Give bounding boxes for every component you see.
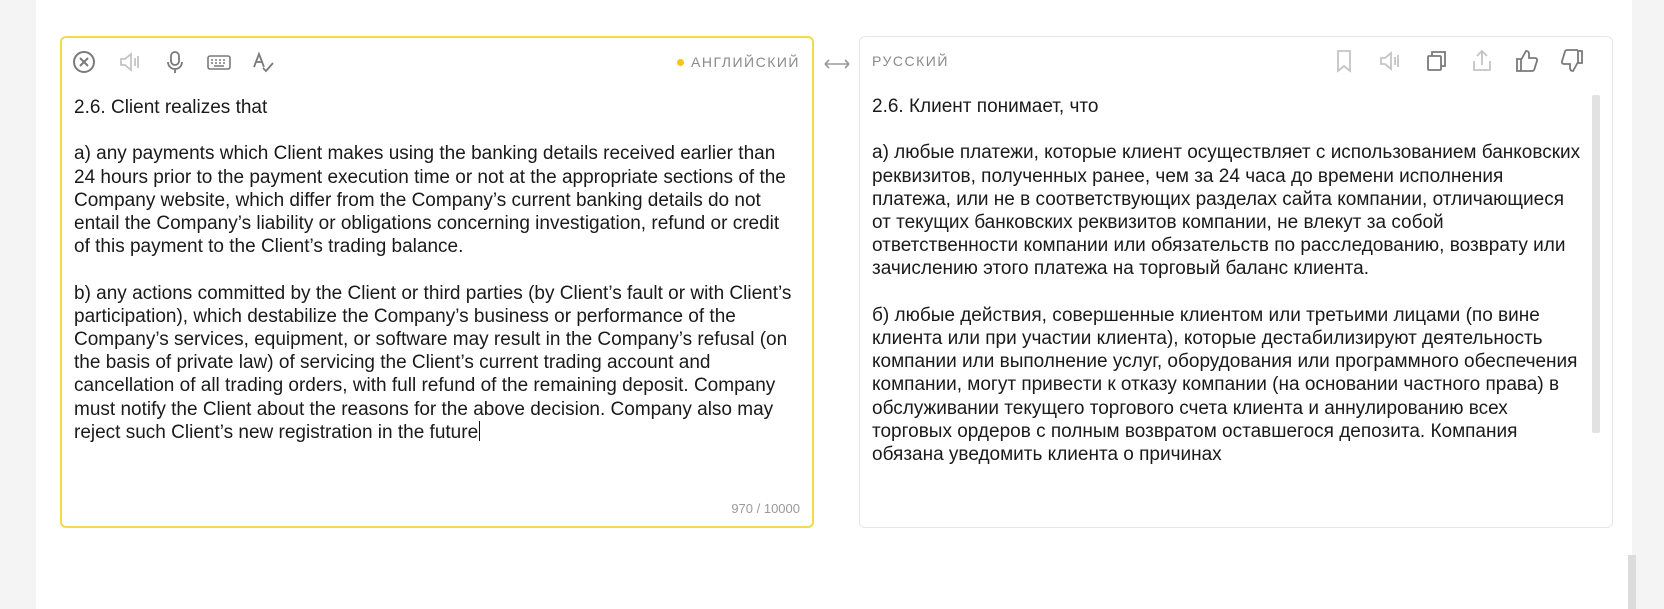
spellcheck-icon[interactable]: [249, 48, 277, 76]
source-panel: АНГЛИЙСКИЙ 2.6. Client realizes that a) …: [60, 36, 814, 528]
keyboard-icon[interactable]: [205, 48, 233, 76]
active-language-dot: [677, 58, 685, 66]
source-toolbar: АНГЛИЙСКИЙ: [62, 38, 812, 88]
text-caret: [479, 420, 481, 441]
source-language-button[interactable]: АНГЛИЙСКИЙ: [677, 54, 800, 70]
translation-output: 2.6. Клиент понимает, что а) любые плате…: [872, 96, 1581, 466]
target-toolbar: РУССКИЙ: [860, 37, 1612, 87]
target-language-button[interactable]: РУССКИЙ: [872, 53, 949, 69]
microphone-icon[interactable]: [161, 48, 189, 76]
target-panel: РУССКИЙ 2.6. Клиент понимает, что а) люб…: [859, 36, 1613, 528]
thumbs-down-icon[interactable]: [1558, 47, 1586, 75]
bookmark-icon[interactable]: [1330, 47, 1358, 75]
speaker-icon[interactable]: [116, 48, 144, 76]
source-language-label: АНГЛИЙСКИЙ: [691, 54, 800, 70]
clear-icon[interactable]: [70, 48, 98, 76]
copy-icon[interactable]: [1422, 47, 1450, 75]
share-icon[interactable]: [1468, 47, 1496, 75]
source-text-input[interactable]: 2.6. Client realizes that a) any payment…: [74, 96, 799, 444]
thumbs-up-icon[interactable]: [1513, 47, 1541, 75]
target-language-label: РУССКИЙ: [872, 53, 949, 69]
character-counter: 970 / 10000: [731, 501, 800, 516]
swap-arrows-icon: [824, 59, 850, 69]
speaker-icon[interactable]: [1376, 47, 1404, 75]
swap-languages-button[interactable]: [822, 52, 852, 76]
page-scrollbar[interactable]: [1628, 555, 1636, 609]
translation-scrollbar[interactable]: [1592, 95, 1600, 433]
source-text: 2.6. Client realizes that a) any payment…: [74, 97, 792, 443]
